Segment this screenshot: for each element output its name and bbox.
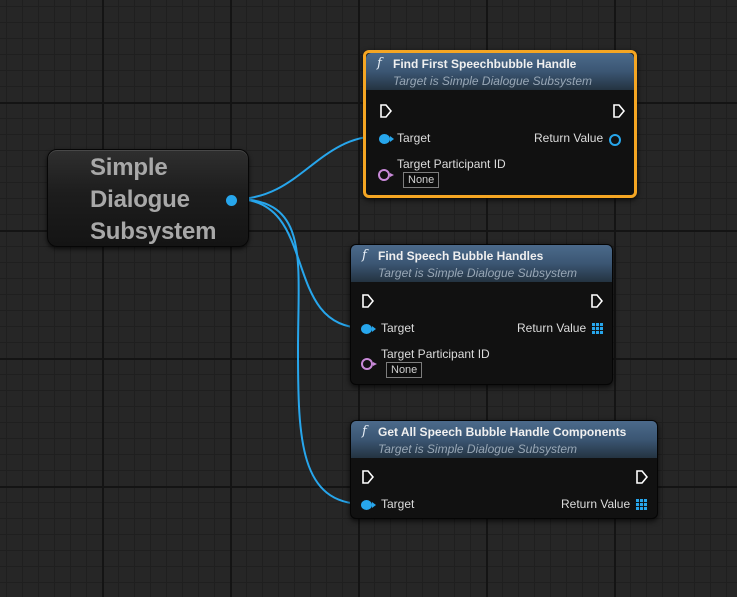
node-header: f Find Speech Bubble Handles Target is S… xyxy=(351,245,612,282)
exec-in-pin-icon[interactable] xyxy=(380,104,392,118)
participant-id-field[interactable]: None xyxy=(403,172,440,188)
variable-output-pin[interactable] xyxy=(226,195,237,206)
node-title: Find First Speechbubble Handle xyxy=(393,57,577,71)
return-value-array-pin-icon[interactable] xyxy=(592,323,603,334)
exec-in-pin-icon[interactable] xyxy=(362,294,374,308)
target-label: Target xyxy=(381,321,415,335)
participant-id-pin-icon[interactable] xyxy=(361,358,377,370)
wire-to-find-first xyxy=(235,135,381,200)
wire-to-find-handles xyxy=(235,198,365,329)
function-icon: f xyxy=(362,424,367,439)
return-value-label: Return Value xyxy=(517,321,587,335)
participant-id-label: Target Participant ID xyxy=(381,347,490,361)
function-icon: f xyxy=(377,56,382,71)
return-value-pin-icon[interactable] xyxy=(609,134,621,146)
node-header: f Get All Speech Bubble Handle Component… xyxy=(351,421,657,458)
target-pin-icon[interactable] xyxy=(379,134,394,144)
return-value-label: Return Value xyxy=(534,131,604,145)
target-pin-icon[interactable] xyxy=(361,500,376,510)
target-label: Target xyxy=(397,131,431,145)
variable-name: Simple Dialogue Subsystem xyxy=(90,154,217,245)
node-header: f Find First Speechbubble Handle Target … xyxy=(366,53,634,90)
participant-id-pin-icon[interactable] xyxy=(378,169,394,181)
node-subtitle: Target is Simple Dialogue Subsystem xyxy=(378,266,577,280)
participant-id-field[interactable]: None xyxy=(386,362,423,378)
wire-to-get-all xyxy=(235,198,365,505)
return-value-label: Return Value xyxy=(561,497,631,511)
node-title: Get All Speech Bubble Handle Components xyxy=(378,425,627,439)
exec-out-pin-icon[interactable] xyxy=(613,104,625,118)
node-find-speech-bubble-handles[interactable]: f Find Speech Bubble Handles Target is S… xyxy=(350,244,613,385)
node-find-first-speechbubble-handle[interactable]: f Find First Speechbubble Handle Target … xyxy=(363,50,637,198)
node-get-all-speech-bubble-handle-components[interactable]: f Get All Speech Bubble Handle Component… xyxy=(350,420,658,519)
function-icon: f xyxy=(362,248,367,263)
target-label: Target xyxy=(381,497,415,511)
node-subtitle: Target is Simple Dialogue Subsystem xyxy=(378,442,577,456)
participant-id-label: Target Participant ID xyxy=(397,157,506,171)
simple-dialogue-subsystem-node[interactable]: Simple Dialogue Subsystem xyxy=(47,149,249,247)
target-pin-icon[interactable] xyxy=(361,324,376,334)
return-value-array-pin-icon[interactable] xyxy=(636,499,647,510)
exec-out-pin-icon[interactable] xyxy=(636,470,648,484)
exec-in-pin-icon[interactable] xyxy=(362,470,374,484)
exec-out-pin-icon[interactable] xyxy=(591,294,603,308)
node-title: Find Speech Bubble Handles xyxy=(378,249,544,263)
node-subtitle: Target is Simple Dialogue Subsystem xyxy=(393,74,592,88)
